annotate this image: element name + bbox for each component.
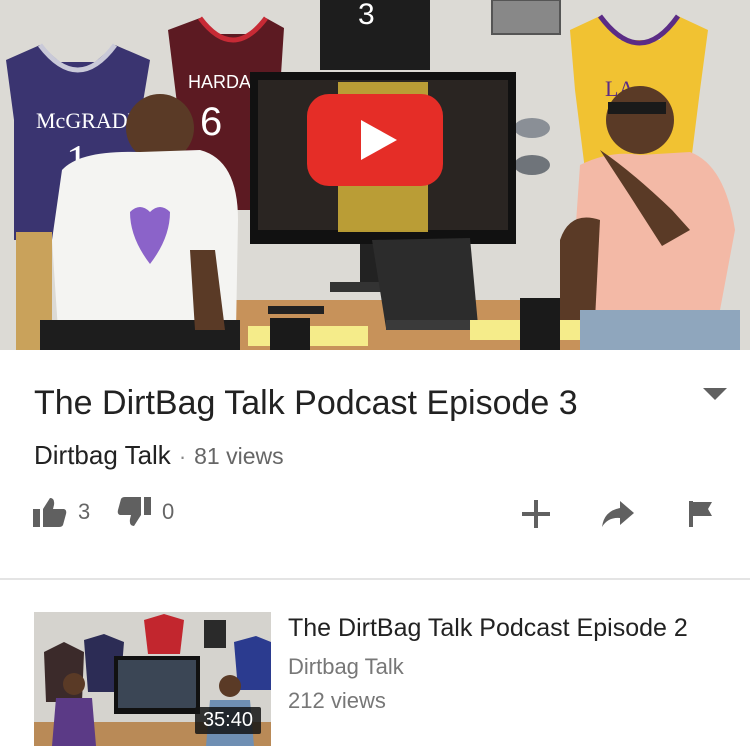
up-next-views: 212 views xyxy=(288,688,386,713)
jersey-number-red: 6 xyxy=(200,100,222,144)
add-to-playlist-button[interactable] xyxy=(520,498,552,530)
share-button[interactable] xyxy=(600,498,636,530)
meta-separator: · xyxy=(178,444,187,469)
like-button[interactable]: 3 xyxy=(32,496,90,528)
report-button[interactable] xyxy=(688,500,714,528)
add-icon xyxy=(522,500,550,528)
up-next-thumbnail[interactable]: 35:40 xyxy=(34,612,271,746)
thumbs-down-icon xyxy=(117,497,151,526)
thumbs-up-icon xyxy=(33,498,67,527)
up-next-title[interactable]: The DirtBag Talk Podcast Episode 2 xyxy=(288,614,688,643)
like-count: 3 xyxy=(78,499,91,524)
action-bar: 3 0 xyxy=(0,494,750,534)
flag-icon xyxy=(689,501,712,527)
dislike-button[interactable]: 0 xyxy=(116,496,174,528)
jersey-number-top: 3 xyxy=(358,0,375,31)
view-count: 81 views xyxy=(194,443,284,469)
expand-description-button[interactable] xyxy=(700,382,730,404)
jersey-top: 3 xyxy=(320,0,430,70)
chevron-down-icon xyxy=(703,388,727,400)
up-next-channel: Dirtbag Talk xyxy=(288,654,404,679)
play-button[interactable] xyxy=(307,94,443,186)
channel-row: Dirtbag Talk · 81 views xyxy=(34,440,284,471)
video-title: The DirtBag Talk Podcast Episode 3 xyxy=(34,384,578,422)
play-icon xyxy=(307,94,443,186)
channel-name[interactable]: Dirtbag Talk xyxy=(34,440,171,470)
video-player[interactable]: McGRADY 1 HARDAWAY 6 3 LA xyxy=(0,0,750,350)
share-icon xyxy=(602,501,634,527)
video-duration: 35:40 xyxy=(194,707,261,734)
dislike-count: 0 xyxy=(162,499,175,524)
